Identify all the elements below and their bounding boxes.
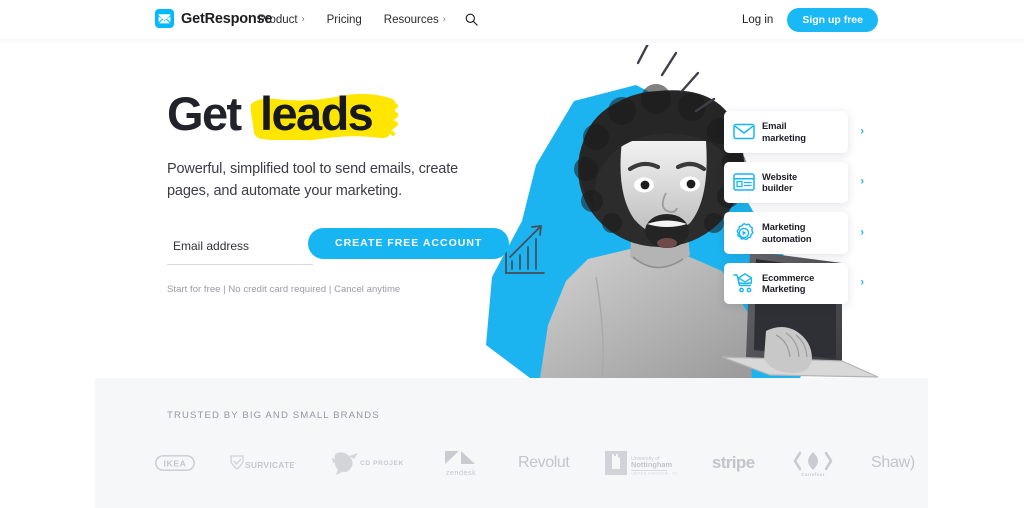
headline-plain: Get <box>167 87 242 140</box>
envelope-icon <box>733 121 755 143</box>
brand-logo-stripe: stripe <box>711 452 755 472</box>
brand-logo-university-of-nottingham: University of Nottingham UNITED KINGDOM … <box>604 449 677 477</box>
chevron-right-icon[interactable]: › <box>860 126 864 137</box>
feature-card-marketing-automation[interactable]: Marketing automation › <box>724 212 864 254</box>
brand-logo-zendesk: zendesk <box>439 449 483 477</box>
brand-logo-survicate: SURVICATE <box>230 454 294 472</box>
brand-logo-carrefour: Carrefour <box>790 449 836 477</box>
svg-text:IKEA: IKEA <box>164 458 187 468</box>
gear-play-icon <box>733 222 755 244</box>
shopping-cart-icon <box>733 272 755 294</box>
signup-free-button[interactable]: Sign up free <box>787 7 878 32</box>
hero-section: Get leads Powerful, simplified tool to s… <box>0 45 1024 378</box>
hero-subheading: Powerful, simplified tool to send emails… <box>167 161 458 199</box>
nav-item-resources-label: Resources <box>383 13 439 26</box>
feature-card-label: Marketing automation <box>762 221 812 244</box>
envelope-logo-icon <box>155 9 174 28</box>
svg-text:zendesk: zendesk <box>446 468 476 477</box>
feature-card-website-builder[interactable]: Website builder › <box>724 161 864 203</box>
landing-page: GetResponse Product › Pricing Resources … <box>0 0 1024 508</box>
email-input[interactable] <box>167 230 313 265</box>
trusted-by-title: TRUSTED BY BIG AND SMALL BRANDS <box>167 410 380 421</box>
chevron-right-icon[interactable]: › <box>860 227 864 238</box>
search-icon[interactable] <box>465 13 478 26</box>
brand-logo[interactable]: GetResponse <box>155 9 272 28</box>
chevron-right-icon: › <box>301 13 305 24</box>
feature-card-label: Email marketing <box>762 120 806 143</box>
nav-item-product-label: Product <box>258 13 298 26</box>
nav-item-pricing-label: Pricing <box>326 13 362 26</box>
chevron-right-icon[interactable]: › <box>860 277 864 289</box>
chevron-right-icon: › <box>442 13 446 24</box>
feature-card-email-marketing[interactable]: Email marketing › <box>724 111 864 153</box>
form-legal-text: Start for free | No credit card required… <box>167 283 401 295</box>
nav-item-pricing[interactable]: Pricing <box>316 14 373 26</box>
svg-text:UNITED KINGDOM · CHINA · MALAY: UNITED KINGDOM · CHINA · MALAYSIA <box>631 471 677 475</box>
header-actions: Log in Sign up free <box>742 0 878 39</box>
feature-card-label: Ecommerce Marketing <box>762 271 815 295</box>
svg-text:Carrefour: Carrefour <box>801 472 825 477</box>
nav-item-resources[interactable]: Resources › <box>373 14 457 26</box>
nav-item-product[interactable]: Product › <box>258 14 316 26</box>
brand-logo-shaw: Shaw) <box>871 453 915 471</box>
headline-highlighted: leads <box>250 90 399 140</box>
svg-text:SURVICATE: SURVICATE <box>245 460 294 470</box>
feature-card-ecommerce-marketing[interactable]: Ecommerce Marketing › <box>724 262 864 304</box>
brand-logo-ikea: IKEA <box>155 454 195 471</box>
feature-card-label: Website builder <box>762 170 798 194</box>
page-title: Get leads <box>167 87 497 140</box>
login-link[interactable]: Log in <box>742 14 773 26</box>
feature-card-list: Email marketing › Website builder › Mark… <box>724 111 864 313</box>
svg-text:CD PROJEKT: CD PROJEKT <box>360 460 403 467</box>
brand-logo-cd-projekt: CD PROJEKT <box>329 450 403 476</box>
brand-logo-list: IKEA SURVICATE CD PROJEKT <box>155 440 915 485</box>
brand-logo-revolut: Revolut <box>517 453 570 471</box>
site-header: GetResponse Product › Pricing Resources … <box>0 0 1024 39</box>
trusted-by-section: TRUSTED BY BIG AND SMALL BRANDS IKEA SUR… <box>95 378 928 508</box>
svg-text:Nottingham: Nottingham <box>631 460 672 469</box>
signup-form: CREATE FREE ACCOUNT <box>167 227 510 265</box>
chevron-right-icon[interactable]: › <box>860 176 864 188</box>
primary-nav: Product › Pricing Resources › <box>258 0 478 39</box>
browser-window-icon <box>733 171 755 193</box>
hero-copy: Get leads Powerful, simplified tool to s… <box>167 87 510 295</box>
create-free-account-button[interactable]: CREATE FREE ACCOUNT <box>308 227 510 259</box>
